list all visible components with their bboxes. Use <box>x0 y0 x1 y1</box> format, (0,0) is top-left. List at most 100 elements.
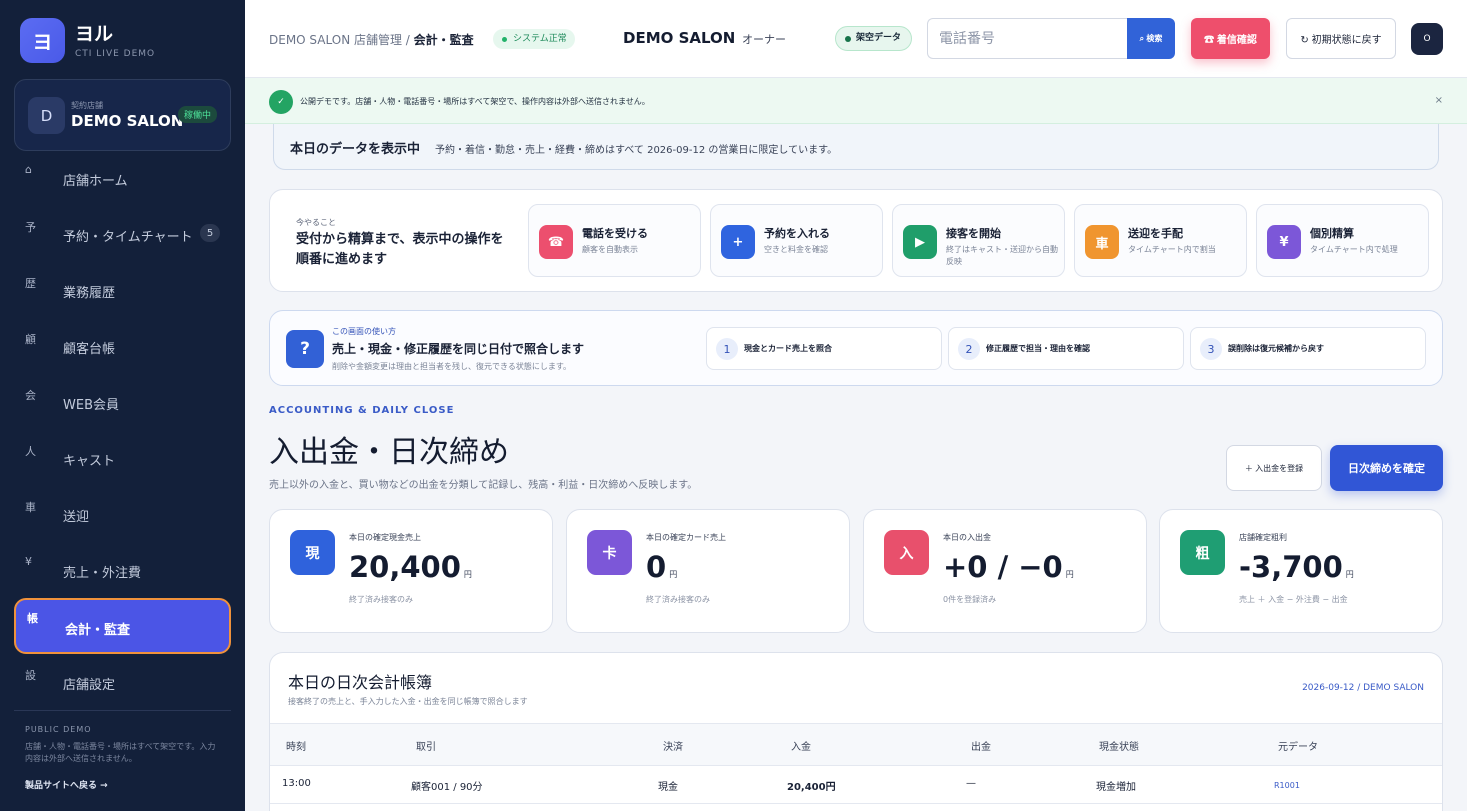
deposit-icon: 入 <box>884 530 929 575</box>
help-step-3[interactable]: 3 誤削除は復元候補から戻す <box>1190 327 1426 370</box>
phone-icon: ☎ <box>539 225 573 259</box>
yen-icon: ¥ <box>25 555 32 568</box>
stat-number: 20,400 <box>349 550 461 584</box>
confirm-daily-close-button[interactable]: 日次締めを確定 <box>1330 445 1443 491</box>
step-arrange-transport[interactable]: 車 送迎を手配 タイムチャート内で割当 <box>1074 204 1247 277</box>
todo-eyebrow: 今やること <box>296 218 336 227</box>
car-icon: 車 <box>25 501 36 514</box>
sidebar: ヨ ヨル CTI LIVE DEMO D 契約店舗 DEMO SALON 稼働中… <box>0 0 245 811</box>
cash-icon: 現 <box>290 530 335 575</box>
daily-ledger: 本日の日次会計帳簿 接客終了の売上と、手入力した入金・出金を同じ帳簿で照合します… <box>269 652 1443 811</box>
help-step-number: 2 <box>958 338 980 360</box>
store-label: 契約店舗 <box>71 101 103 110</box>
stat-value: -3,700 円 <box>1239 550 1354 584</box>
sidebar-item-label: 店舗ホーム <box>63 174 128 189</box>
sidebar-item-home[interactable]: ⌂ 店舗ホーム <box>14 153 231 203</box>
sidebar-item-cast[interactable]: 人 キャスト <box>14 433 231 483</box>
help-step-1[interactable]: 1 現金とカード売上を照合 <box>706 327 942 370</box>
yen-icon: ¥ <box>1267 225 1301 259</box>
column-header: 出金 <box>971 742 991 753</box>
search-button[interactable]: ⌕ 検索 <box>1127 18 1175 59</box>
step-start-service[interactable]: ▶ 接客を開始 終了はキャスト・送迎から自動反映 <box>892 204 1065 277</box>
step-sub: タイムチャート内で処理 <box>1310 245 1398 254</box>
breadcrumb-parent[interactable]: DEMO SALON 店舗管理 / <box>269 33 414 47</box>
back-to-product-link[interactable]: 製品サイトへ戻る → <box>25 778 108 791</box>
sidebar-item-label: 予約・タイムチャート <box>63 230 193 245</box>
ledger-subtitle: 接客終了の売上と、手入力した入金・出金を同じ帳簿で照合します <box>288 697 528 706</box>
step-receive-call[interactable]: ☎ 電話を受ける 顧客を自動表示 <box>528 204 701 277</box>
stat-note: 終了済み接客のみ <box>646 595 710 604</box>
close-icon[interactable]: × <box>1435 95 1443 106</box>
ledger-meta: 2026-09-12 / DEMO SALON <box>1302 683 1424 693</box>
sidebar-item-reservations[interactable]: 予 予約・タイムチャート 5 <box>14 209 231 259</box>
todo-title: 受付から精算まで、表示中の操作を順番に進めます <box>296 232 504 267</box>
help-step-label: 修正履歴で担当・理由を確認 <box>986 344 1090 353</box>
user-avatar[interactable]: O <box>1411 23 1443 55</box>
sidebar-item-settings[interactable]: 設 店舗設定 <box>14 657 231 707</box>
store-avatar: D <box>28 97 65 134</box>
question-icon: ? <box>286 330 324 368</box>
page-eyebrow: ACCOUNTING & DAILY CLOSE <box>269 405 455 416</box>
stat-card-cash-flow: 入 本日の入出金 +0 / −0 円 0件を登録済み <box>863 509 1147 633</box>
stat-number: 0 <box>646 550 667 584</box>
reservation-count-badge: 5 <box>200 224 220 242</box>
ledger-title: 本日の日次会計帳簿 <box>288 673 433 692</box>
register-cash-flow-button[interactable]: ＋ 入出金を登録 <box>1226 445 1322 491</box>
check-icon: ✓ <box>269 90 293 114</box>
history-icon: 歴 <box>25 277 36 290</box>
ledger-icon: 帳 <box>27 612 38 625</box>
stat-note: 0件を登録済み <box>943 595 997 604</box>
stat-card-gross-profit: 粗 店舗確定粗利 -3,700 円 売上 ＋ 入金 − 外注費 − 出金 <box>1159 509 1443 633</box>
today-banner: 本日のデータを表示中 予約・着信・勤怠・売上・経費・締めはすべて 2026-09… <box>273 124 1439 170</box>
table-row[interactable]: 13:00 顧客001 / 90分 現金 20,400円 — 現金増加 R100… <box>270 766 1442 804</box>
store-card[interactable]: D 契約店舗 DEMO SALON 稼働中 <box>14 79 231 151</box>
step-title: 送迎を手配 <box>1128 227 1183 240</box>
sidebar-item-label: 店舗設定 <box>63 678 116 693</box>
header-store-name: DEMO SALON <box>623 29 736 47</box>
play-icon: ▶ <box>903 225 937 259</box>
row-deposit: 20,400円 <box>787 782 836 793</box>
column-header: 時刻 <box>286 742 306 753</box>
step-make-reservation[interactable]: + 予約を入れる 空きと料金を確認 <box>710 204 883 277</box>
sidebar-item-web-members[interactable]: 会 WEB会員 <box>14 377 231 427</box>
sidebar-item-customers[interactable]: 顧 顧客台帳 <box>14 321 231 371</box>
step-sub: 顧客を自動表示 <box>582 245 638 254</box>
breadcrumb: DEMO SALON 店舗管理 / 会計・監査 <box>269 31 474 48</box>
step-individual-settlement[interactable]: ¥ 個別精算 タイムチャート内で処理 <box>1256 204 1429 277</box>
stat-label: 店舗確定粗利 <box>1239 533 1287 542</box>
page-subtitle: 売上以外の入金と、買い物などの出金を分類して記録し、残高・利益・日次締めへ反映し… <box>269 480 698 491</box>
sidebar-item-transport[interactable]: 車 送迎 <box>14 489 231 539</box>
store-name: DEMO SALON <box>71 112 184 130</box>
header-role: オーナー <box>742 33 786 46</box>
sidebar-item-sales[interactable]: ¥ 売上・外注費 <box>14 545 231 595</box>
sidebar-item-label: キャスト <box>63 454 116 469</box>
row-transaction: 顧客001 / 90分 <box>411 782 483 793</box>
profit-icon: 粗 <box>1180 530 1225 575</box>
sidebar-item-label: 送迎 <box>63 510 90 525</box>
brand[interactable]: ヨ ヨル CTI LIVE DEMO <box>20 18 155 63</box>
plus-icon: + <box>721 225 755 259</box>
sidebar-item-history[interactable]: 歴 業務履歴 <box>14 265 231 315</box>
phone-number-input[interactable] <box>927 18 1128 59</box>
incoming-call-button[interactable]: ☎ 着信確認 <box>1191 18 1270 59</box>
column-header: 入金 <box>791 742 811 753</box>
column-header: 現金状態 <box>1099 742 1139 753</box>
stat-number: -3,700 <box>1239 550 1343 584</box>
step-title: 予約を入れる <box>764 227 830 240</box>
today-title: 本日のデータを表示中 <box>290 142 421 157</box>
stat-note: 終了済み接客のみ <box>349 595 413 604</box>
member-icon: 会 <box>25 389 36 402</box>
help-step-2[interactable]: 2 修正履歴で担当・理由を確認 <box>948 327 1184 370</box>
stat-value: 20,400 円 <box>349 550 472 584</box>
row-source-link[interactable]: R1001 <box>1274 781 1300 790</box>
reset-button[interactable]: ↻ 初期状態に戻す <box>1286 18 1396 59</box>
row-withdrawal: — <box>966 778 976 789</box>
stat-unit: 円 <box>1345 570 1354 579</box>
help-eyebrow: この画面の使い方 <box>332 327 396 336</box>
sidebar-item-label: 顧客台帳 <box>63 342 116 357</box>
sidebar-item-accounting[interactable]: 帳 会計・監査 <box>14 598 231 654</box>
help-card: ? この画面の使い方 売上・現金・修正履歴を同じ日付で照合します 削除や金額変更… <box>269 310 1443 386</box>
fake-data-badge: 架空データ <box>835 26 913 51</box>
stat-unit: 円 <box>669 570 678 579</box>
stat-unit: 円 <box>463 570 472 579</box>
